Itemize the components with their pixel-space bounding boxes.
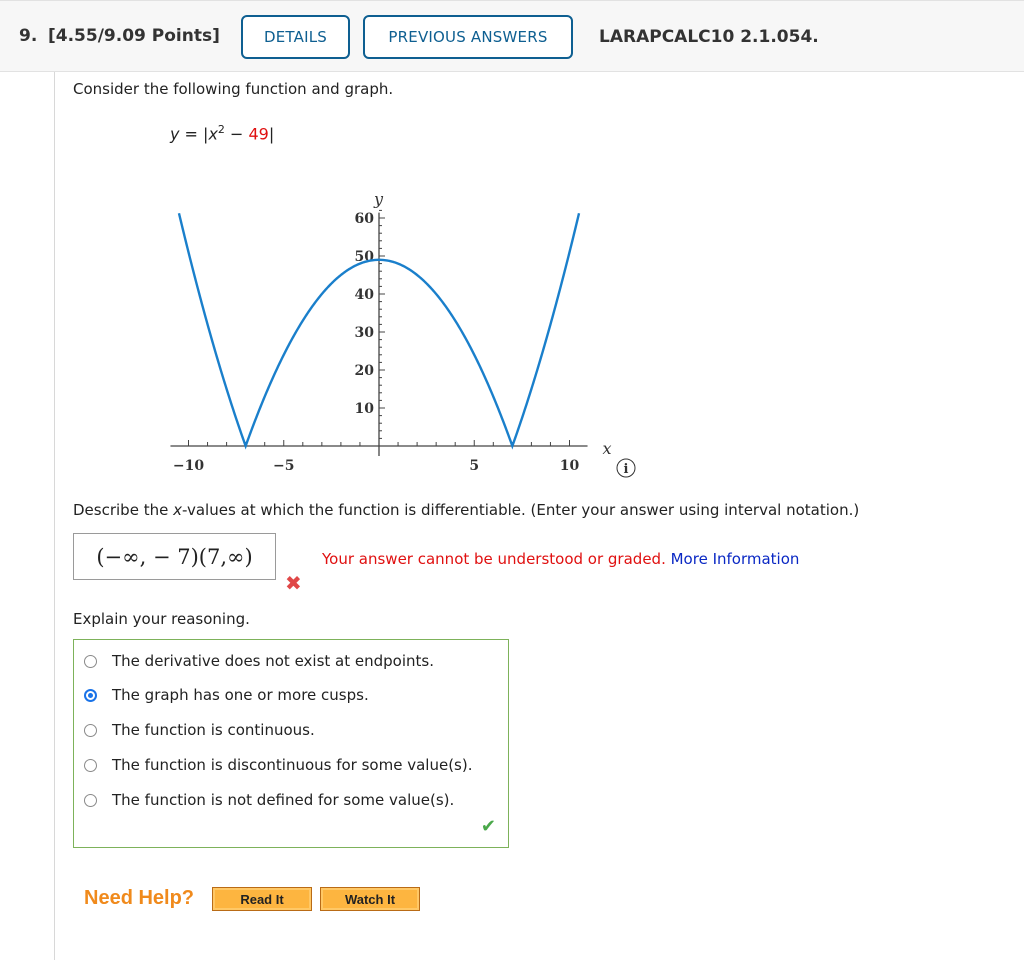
choice-label: The graph has one or more cusps.	[112, 686, 369, 704]
function-constant: 49	[248, 124, 269, 144]
question1-text-after: -values at which the function is differe…	[181, 501, 860, 519]
function-expression: y = |x2 − 49|	[170, 123, 274, 143]
svg-text:i: i	[624, 462, 629, 477]
info-icon[interactable]: i	[616, 458, 636, 478]
error-text: Your answer cannot be understood or grad…	[322, 550, 671, 568]
choice-option[interactable]: The function is not defined for some val…	[84, 791, 454, 809]
watch-it-button[interactable]: Watch It	[320, 887, 420, 911]
problem-code: LARAPCALC10 2.1.054.	[599, 27, 819, 47]
y-tick-label: 60	[355, 211, 375, 227]
question2-label: Explain your reasoning.	[73, 610, 250, 628]
question1-text: Describe the x-values at which the funct…	[73, 501, 859, 519]
choice-label: The derivative does not exist at endpoin…	[112, 652, 434, 670]
function-prefix: y = |x	[170, 124, 218, 144]
radio-button[interactable]	[84, 758, 97, 772]
radio-button-selected[interactable]	[84, 688, 97, 702]
read-it-button[interactable]: Read It	[212, 887, 312, 911]
choice-option[interactable]: The graph has one or more cusps.	[84, 686, 369, 704]
y-tick-label: 10	[355, 401, 375, 417]
question-header: 9. [4.55/9.09 Points] DETAILS PREVIOUS A…	[0, 0, 1024, 72]
y-tick-label: 30	[355, 325, 375, 341]
function-minus: −	[224, 124, 249, 144]
choice-option[interactable]: The function is discontinuous for some v…	[84, 756, 472, 774]
radio-button[interactable]	[84, 654, 97, 668]
choice-label: The function is continuous.	[112, 721, 315, 739]
radio-button[interactable]	[84, 723, 97, 737]
radio-button[interactable]	[84, 793, 97, 807]
y-axis-label: y	[373, 190, 384, 209]
question-number: 9.	[19, 26, 38, 46]
prompt-intro: Consider the following function and grap…	[73, 80, 394, 98]
left-divider	[54, 72, 55, 960]
function-suffix: |	[268, 124, 275, 144]
choice-label: The function is not defined for some val…	[112, 791, 455, 809]
points-score: [4.55/9.09 Points]	[48, 26, 220, 46]
function-graph: −10 −5 5 10102030405060 x y i	[170, 190, 636, 478]
error-message: Your answer cannot be understood or grad…	[322, 550, 799, 568]
reasoning-choices: The derivative does not exist at endpoin…	[73, 639, 509, 848]
choice-label: The function is discontinuous for some v…	[112, 756, 473, 774]
x-mark-icon: ✖	[285, 571, 302, 595]
y-tick-label: 20	[355, 363, 375, 379]
need-help-label: Need Help?	[84, 887, 195, 909]
x-tick-label: −5	[273, 458, 294, 474]
choice-option[interactable]: The derivative does not exist at endpoin…	[84, 652, 434, 670]
more-information-link[interactable]: More Information	[671, 550, 800, 568]
x-tick-label: −10	[173, 458, 204, 474]
details-button[interactable]: DETAILS	[241, 15, 350, 59]
question1-text-before: Describe the	[73, 501, 174, 519]
x-tick-label: 5	[469, 458, 479, 474]
previous-answers-button[interactable]: PREVIOUS ANSWERS	[363, 15, 573, 59]
question1-text-var: x	[173, 501, 182, 519]
x-axis-label: x	[603, 439, 612, 458]
x-tick-label: 10	[560, 458, 580, 474]
answer-field[interactable]: (−∞, − 7)(7,∞)	[73, 533, 276, 580]
function-exponent: 2	[217, 123, 225, 136]
check-icon: ✔	[480, 816, 496, 837]
choice-option[interactable]: The function is continuous.	[84, 721, 315, 739]
y-tick-label: 40	[355, 287, 375, 303]
